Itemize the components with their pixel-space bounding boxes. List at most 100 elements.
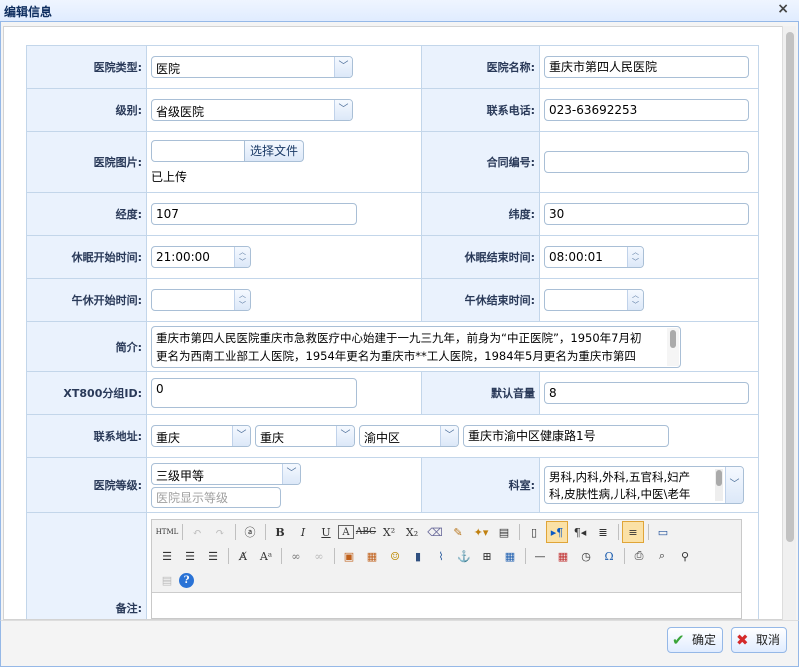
justify-full-icon[interactable]: ☰ [202,545,224,567]
chevron-down-icon[interactable]: ﹀ [282,463,300,484]
special-char-icon[interactable]: Ω [598,545,620,567]
spin-up-icon[interactable]: ︿ [235,290,250,300]
hospital-type-select[interactable]: 医院 ﹀ [151,56,353,78]
html-source-button[interactable]: HTML [156,521,179,543]
sleep-start-spinner[interactable]: 21:00:00 ︿ ﹀ [151,246,251,268]
form-container: 医院类型: 医院 ﹀ 医院名称: 重庆市第四人民医院 级别: 省级医院 ﹀ 联系电话… [3,26,783,620]
template-icon[interactable]: ⓐ [239,521,261,543]
grade-select[interactable]: 三级甲等 ﹀ [151,462,301,485]
cancel-button[interactable]: ✖ 取消 [731,627,788,653]
video-icon[interactable]: ▮ [407,545,429,567]
font-size-icon[interactable]: Aᵃ [255,545,277,567]
superscript-button[interactable]: X² [378,521,400,543]
justify-left-icon[interactable]: ☰ [156,545,178,567]
intro-textarea[interactable]: 重庆市第四人民医院重庆市急救医疗中心始建于一九三九年，前身为“中正医院”，195… [151,325,681,368]
noon-end-spinner[interactable]: ︿ ﹀ [544,289,644,311]
dept-select[interactable]: 男科,内科,外科,五官科,妇产 科,皮肤性病,儿科,中医\老年 ﹀ [544,466,744,504]
redo-icon[interactable]: ↷ [209,521,231,543]
spin-up-icon[interactable]: ︿ [628,290,643,300]
font-color-button[interactable]: A [338,525,354,539]
emoticon-icon[interactable]: ☺ [384,545,406,567]
editor-toolbar-row2: ☰ ☰ ☰ A̸ Aᵃ ∞ ∞ ▣ ▦ ☺ ▮ ⌇ ⚓ ⊞ ▦ — ▦ ◷ Ω … [152,544,741,568]
chevron-down-icon[interactable]: ﹀ [232,426,250,446]
monitor-icon[interactable]: ▭ [652,521,674,543]
find-icon[interactable]: ⚲ [674,545,696,567]
choose-file-button[interactable]: 选择文件 [245,139,305,162]
hospital-name-label: 医院名称: [421,45,540,89]
horizontal-rule-icon[interactable]: — [529,545,551,567]
print-icon[interactable]: ⎙ [628,545,650,567]
page-icon[interactable]: ▯ [523,521,545,543]
italic-button[interactable]: I [292,521,314,543]
table-icon[interactable]: ▦ [499,545,521,567]
justify-center-icon[interactable]: ☰ [179,545,201,567]
dialog-titlebar: 编辑信息 × [0,0,799,22]
preview-icon[interactable]: ⌕ [651,545,673,567]
align-left-icon[interactable]: ≡ [622,521,644,543]
xt800-input[interactable]: 0 [151,378,357,408]
spin-down-icon[interactable]: ﹀ [235,300,250,310]
sleep-end-spinner[interactable]: 08:00:01 ︿ ﹀ [544,246,644,268]
ltr-icon[interactable]: ▸¶ [546,521,568,543]
district-select[interactable]: 渝中区 ﹀ [359,425,459,447]
anchor-icon[interactable]: ⚓ [453,545,475,567]
noon-start-spinner[interactable]: ︿ ﹀ [151,289,251,311]
province-select[interactable]: 重庆 ﹀ [151,425,251,447]
clock-icon[interactable]: ◷ [575,545,597,567]
spin-up-icon[interactable]: ︿ [235,247,250,257]
longitude-input[interactable]: 107 [151,203,357,225]
scrollbar[interactable] [715,469,723,501]
rtl-icon[interactable]: ¶◂ [569,521,591,543]
image-icon[interactable]: ▣ [338,545,360,567]
indent-icon[interactable]: ≣ [592,521,614,543]
unlink-icon[interactable]: ∞ [308,545,330,567]
close-icon[interactable]: × [777,1,789,17]
bold-button[interactable]: B [269,521,291,543]
help-icon[interactable]: ? [179,572,194,588]
hospital-name-input[interactable]: 重庆市第四人民医院 [544,56,749,78]
magic-wand-icon[interactable]: ✦▾ [470,521,492,543]
strikethrough-button[interactable]: ABC [355,521,377,543]
ok-button[interactable]: ✔ 确定 [667,627,724,653]
chevron-down-icon[interactable]: ﹀ [336,426,354,446]
calendar-icon[interactable]: ▦ [552,545,574,567]
level-select[interactable]: 省级医院 ﹀ [151,99,353,121]
spin-down-icon[interactable]: ﹀ [235,257,250,267]
chevron-down-icon[interactable]: ﹀ [725,467,743,503]
format-brush-icon[interactable]: ✎ [447,521,469,543]
spin-up-icon[interactable]: ︿ [628,247,643,257]
subscript-button[interactable]: X₂ [401,521,423,543]
dialog-title: 编辑信息 [4,5,53,19]
vertical-scrollbar[interactable] [782,26,796,620]
file-input[interactable] [151,139,245,162]
chevron-down-icon[interactable]: ﹀ [440,426,458,446]
editor-content-area[interactable] [152,592,741,618]
eraser-icon[interactable]: ⌫ [424,521,446,543]
scrollbar-thumb[interactable] [786,32,794,542]
level-label: 级别: [26,88,147,132]
address-detail-input[interactable]: 重庆市渝中区健康路1号 [463,425,669,447]
chevron-down-icon[interactable]: ﹀ [334,100,352,120]
remark-label: 备注: [26,512,147,619]
gallery-icon[interactable]: ▦ [361,545,383,567]
font-family-icon[interactable]: A̸ [232,545,254,567]
spin-down-icon[interactable]: ﹀ [628,300,643,310]
insert-table-icon[interactable]: ⊞ [476,545,498,567]
paste-icon[interactable]: ▤ [493,521,515,543]
attachment-icon[interactable]: ⌇ [430,545,452,567]
latitude-input[interactable]: 30 [544,203,749,225]
link-icon[interactable]: ∞ [285,545,307,567]
address-group: 重庆 ﹀ 重庆 ﹀ 渝中区 ﹀ 重庆市渝中区健康路1号 [151,425,754,447]
scrollbar[interactable] [667,327,679,366]
undo-icon[interactable]: ↶ [186,521,208,543]
city-select[interactable]: 重庆 ﹀ [255,425,355,447]
cross-icon: ✖ [736,631,749,649]
phone-input[interactable]: 023-63692253 [544,99,749,121]
contract-input[interactable] [544,151,749,173]
chevron-down-icon[interactable]: ﹀ [334,57,352,77]
volume-input[interactable]: 8 [544,382,749,404]
underline-button[interactable]: U [315,521,337,543]
grade-display-input[interactable]: 医院显示等级 [151,486,281,508]
spin-down-icon[interactable]: ﹀ [628,257,643,267]
paste-word-icon[interactable]: ▤ [156,569,178,591]
